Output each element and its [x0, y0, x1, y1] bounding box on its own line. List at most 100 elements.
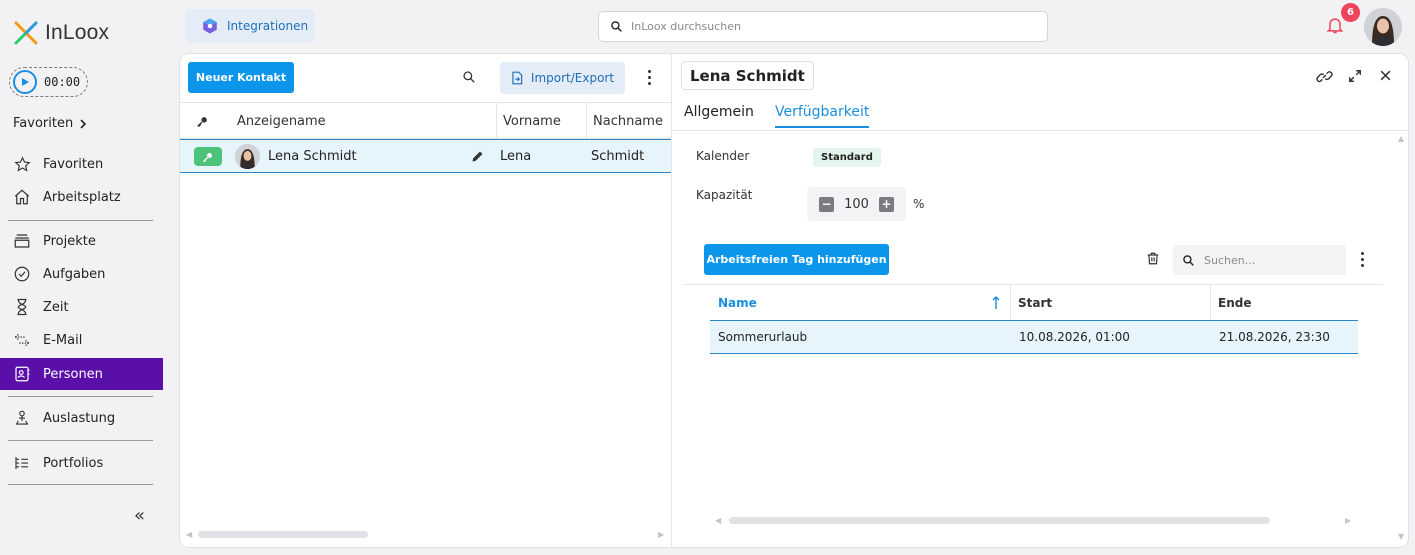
- column-first-name[interactable]: Vorname: [503, 103, 561, 139]
- cell-first-name: Lena: [500, 148, 532, 164]
- contact-detail-panel: Lena Schmidt Allgemein Verfügbarkeit ▲ K…: [671, 53, 1409, 548]
- import-export-label: Import/Export: [530, 71, 615, 85]
- sidebar-item-portfolios[interactable]: Portfolios: [0, 447, 163, 479]
- person-card-icon: [12, 364, 32, 384]
- contacts-list-panel: Neuer Kontakt Import/Export Anzeigename …: [179, 53, 671, 548]
- sidebar-item-label: Portfolios: [43, 455, 104, 471]
- tabs-divider: [672, 130, 1408, 131]
- edit-contact-button[interactable]: [470, 140, 485, 172]
- cell-name: Sommerurlaub: [718, 330, 808, 344]
- sidebar-item-label: Auslastung: [43, 410, 116, 426]
- favorites-header[interactable]: Favoriten: [13, 116, 87, 131]
- holiday-search-input[interactable]: Suchen...: [1173, 245, 1346, 275]
- app-logo[interactable]: InLoox: [13, 20, 109, 46]
- column-separator: [496, 103, 497, 139]
- integrations-label: Integrationen: [227, 19, 309, 33]
- key-column-header[interactable]: [196, 103, 209, 139]
- sidebar-item-label: Favoriten: [43, 156, 104, 172]
- decrement-button[interactable]: −: [819, 196, 834, 212]
- search-icon: [1183, 254, 1194, 266]
- cell-display-name: Lena Schmidt: [268, 148, 357, 164]
- sidebar-item-projects[interactable]: Projekte: [0, 225, 163, 257]
- copy-link-button[interactable]: [1316, 68, 1333, 85]
- delete-button[interactable]: [1146, 251, 1160, 266]
- divider: [8, 440, 153, 441]
- more-options-icon[interactable]: [1361, 252, 1365, 270]
- integrations-icon: [203, 18, 217, 34]
- increment-button[interactable]: +: [878, 196, 894, 212]
- scroll-right-arrow-icon[interactable]: ▶: [658, 530, 664, 539]
- file-import-icon: [512, 71, 523, 85]
- sidebar-item-label: Personen: [43, 366, 103, 382]
- cell-last-name: Schmidt: [591, 148, 645, 164]
- integrations-button[interactable]: Integrationen: [185, 9, 315, 43]
- tab-availability[interactable]: Verfügbarkeit: [775, 104, 870, 128]
- divider: [8, 396, 153, 397]
- trash-icon: [1147, 252, 1159, 265]
- hourglass-icon: [12, 297, 32, 317]
- table-top-border: [683, 284, 1383, 285]
- calendar-value-badge[interactable]: Standard: [813, 148, 881, 167]
- column-end[interactable]: Ende: [1218, 286, 1251, 320]
- contact-title[interactable]: Lena Schmidt: [681, 61, 814, 90]
- sidebar-item-label: Aufgaben: [43, 266, 106, 282]
- contacts-table-header: Anzeigename Vorname Nachname: [180, 102, 671, 139]
- collapse-sidebar-button[interactable]: «: [134, 505, 145, 526]
- workload-icon: [12, 408, 32, 428]
- chevron-right-icon: [80, 118, 87, 129]
- sidebar-item-email[interactable]: E-Mail: [0, 324, 163, 356]
- sort-ascending-icon[interactable]: [992, 286, 1000, 320]
- expand-icon: [1349, 70, 1361, 82]
- time-tracker[interactable]: 00:00: [9, 67, 88, 97]
- user-avatar[interactable]: [1364, 8, 1402, 46]
- add-holiday-button[interactable]: Arbeitsfreien Tag hinzufügen: [704, 244, 889, 275]
- scroll-up-arrow-icon[interactable]: ▲: [1398, 134, 1404, 143]
- timer-value: 00:00: [44, 75, 81, 89]
- global-search-placeholder: InLoox durchsuchen: [631, 20, 741, 33]
- email-icon: [12, 330, 32, 350]
- column-name[interactable]: Name: [718, 286, 757, 320]
- sidebar-item-workload[interactable]: Auslastung: [0, 402, 163, 434]
- close-button[interactable]: [1379, 69, 1392, 82]
- capacity-value[interactable]: 100: [844, 197, 869, 212]
- projects-icon: [12, 231, 32, 251]
- column-start[interactable]: Start: [1018, 286, 1052, 320]
- capacity-stepper[interactable]: − 100 +: [807, 187, 906, 221]
- sidebar-item-favorites[interactable]: Favoriten: [0, 148, 163, 180]
- scroll-right-arrow-icon[interactable]: ▶: [1345, 516, 1351, 525]
- holiday-search-placeholder: Suchen...: [1204, 253, 1256, 267]
- tab-general[interactable]: Allgemein: [684, 104, 754, 128]
- sidebar-item-label: Arbeitsplatz: [43, 189, 121, 205]
- sidebar-item-label: Zeit: [43, 299, 69, 315]
- divider: [8, 220, 153, 221]
- play-icon[interactable]: [13, 70, 37, 94]
- logo-text: InLoox: [45, 21, 110, 44]
- horizontal-scrollbar[interactable]: [198, 531, 368, 538]
- scroll-left-arrow-icon[interactable]: ◀: [715, 516, 721, 525]
- scroll-down-arrow-icon[interactable]: ▼: [1398, 532, 1404, 541]
- sidebar-item-tasks[interactable]: Aufgaben: [0, 258, 163, 290]
- sidebar-item-label: E-Mail: [43, 332, 83, 348]
- sidebar-item-label: Projekte: [43, 233, 96, 249]
- search-icon: [611, 21, 622, 32]
- new-contact-button[interactable]: Neuer Kontakt: [188, 62, 294, 93]
- notifications-button[interactable]: [1325, 15, 1345, 39]
- import-export-button[interactable]: Import/Export: [500, 62, 625, 94]
- column-separator: [1010, 286, 1011, 320]
- expand-button[interactable]: [1348, 69, 1362, 83]
- cell-start: 10.08.2026, 01:00: [1019, 330, 1130, 344]
- sidebar-item-workplace[interactable]: Arbeitsplatz: [0, 181, 163, 213]
- column-last-name[interactable]: Nachname: [593, 103, 663, 139]
- table-row[interactable]: Lena Schmidt Lena Schmidt: [180, 139, 671, 173]
- avatar: [235, 144, 260, 169]
- sidebar-item-time[interactable]: Zeit: [0, 291, 163, 323]
- horizontal-scrollbar[interactable]: [729, 517, 1270, 524]
- column-display-name[interactable]: Anzeigename: [237, 103, 326, 139]
- table-row[interactable]: Sommerurlaub 10.08.2026, 01:00 21.08.202…: [710, 320, 1358, 354]
- more-options-icon[interactable]: [648, 70, 652, 88]
- avatar-portrait-icon: [1364, 8, 1402, 46]
- scroll-left-arrow-icon[interactable]: ◀: [186, 530, 192, 539]
- search-contacts-button[interactable]: [462, 70, 476, 84]
- sidebar-item-persons[interactable]: Personen: [0, 358, 163, 390]
- global-search-input[interactable]: InLoox durchsuchen: [598, 11, 1048, 42]
